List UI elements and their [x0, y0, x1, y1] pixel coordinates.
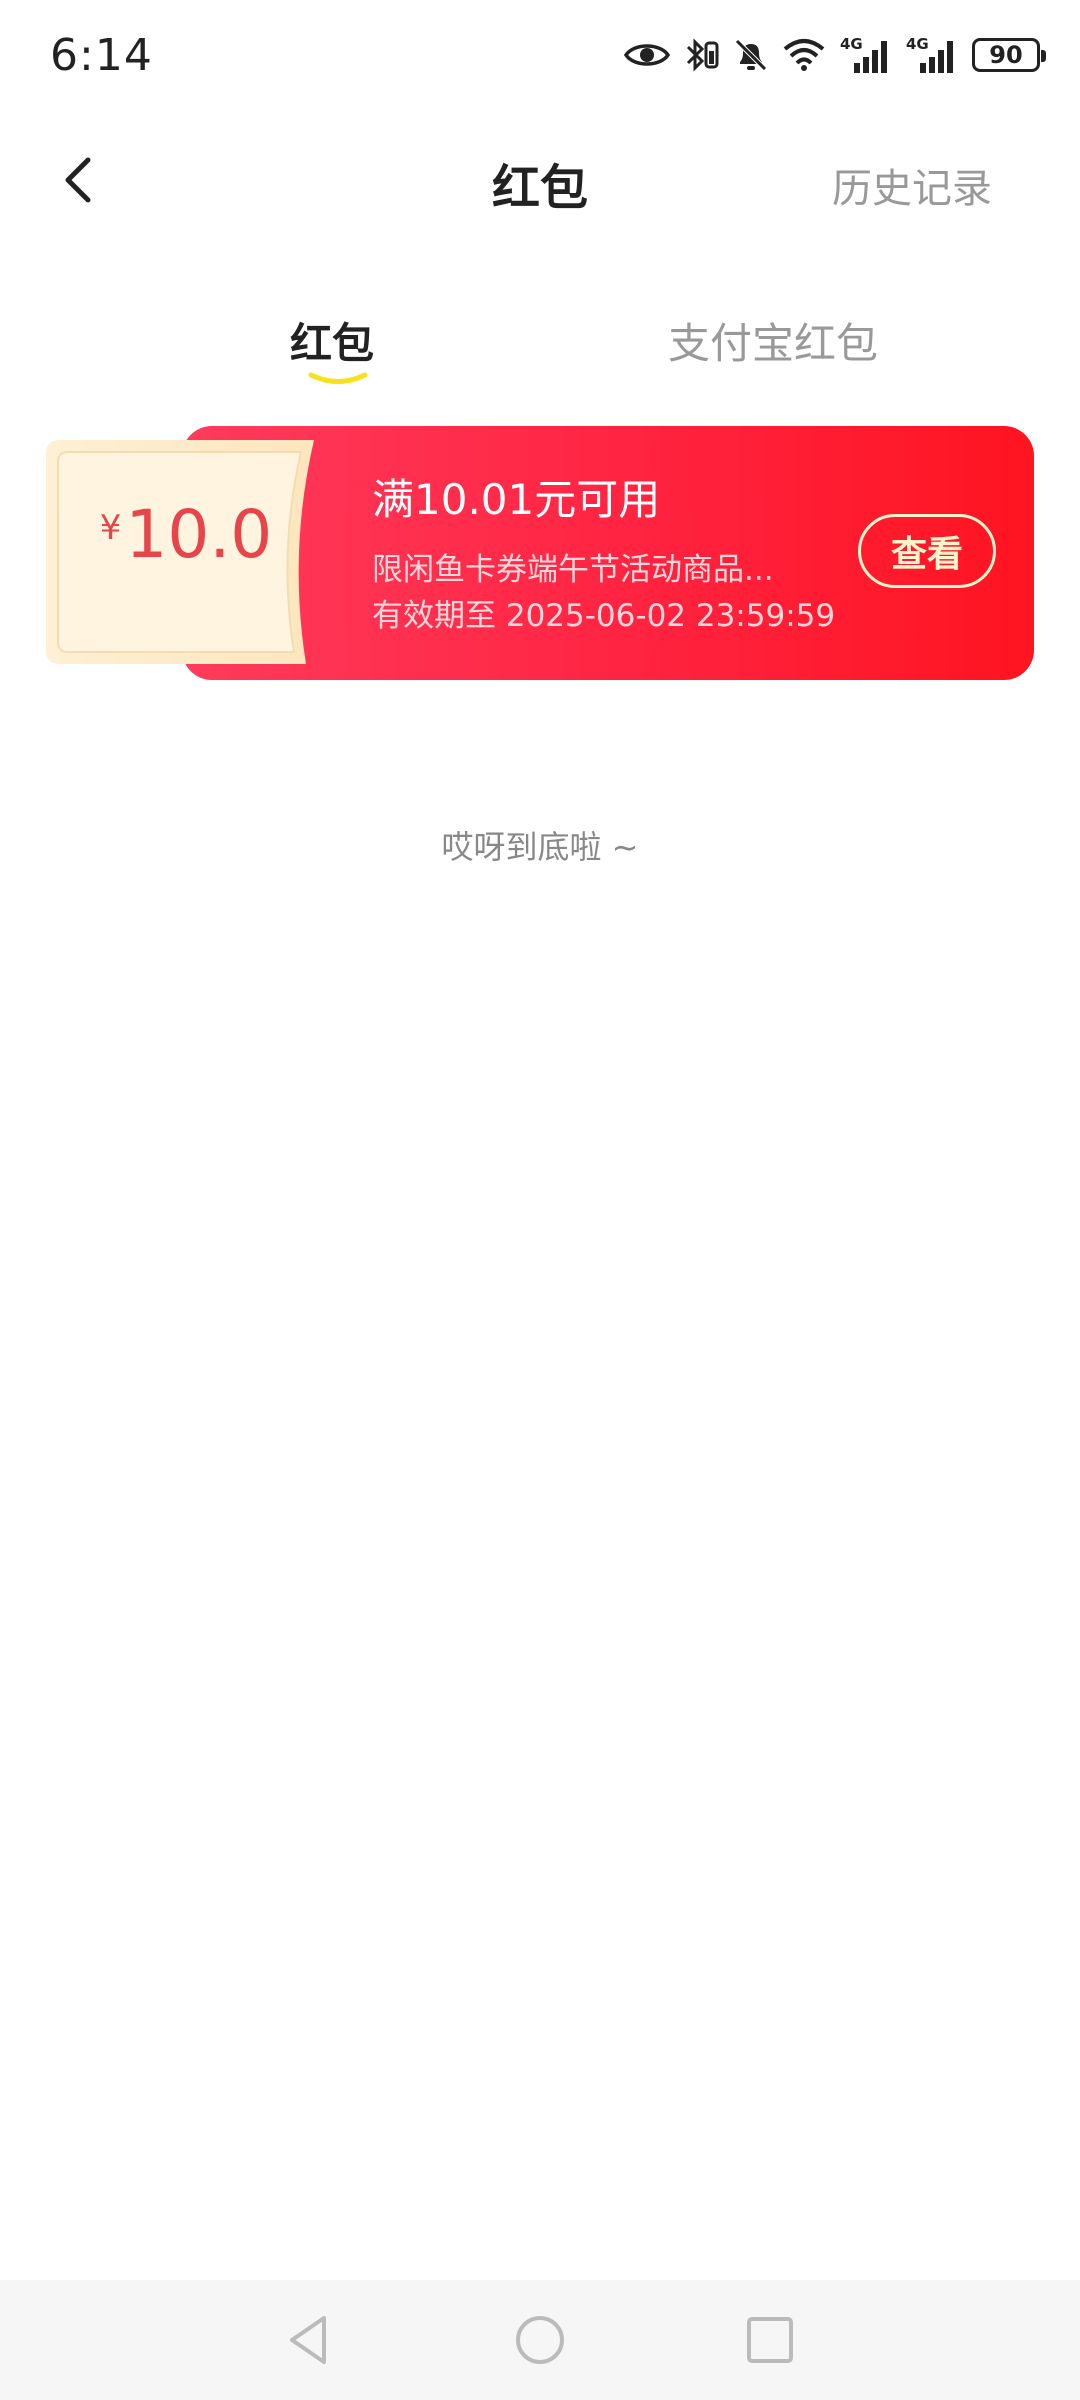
- mute-bell-icon: [734, 37, 768, 73]
- status-icons: 4G 4G 90: [624, 30, 1046, 80]
- currency-symbol: ¥: [99, 508, 122, 548]
- signal-4g-icon-2: 4G: [906, 35, 958, 75]
- status-time: 6:14: [50, 30, 153, 81]
- nav-home-button[interactable]: [510, 2310, 570, 2370]
- square-recents-icon: [747, 2317, 793, 2363]
- end-of-list-hint: 哎呀到底啦 ~: [441, 828, 639, 866]
- circle-home-icon: [516, 2316, 564, 2364]
- signal-4g-icon: 4G: [840, 35, 892, 75]
- header: 红包 历史记录: [0, 130, 1080, 230]
- nav-back-button[interactable]: [280, 2310, 340, 2370]
- wifi-icon: [782, 37, 826, 73]
- status-bar: 6:14 4G 4G 90: [0, 0, 1080, 110]
- coupon-expiry: 有效期至 2025-06-02 23:59:59: [372, 598, 836, 634]
- page: 6:14 4G 4G 90 红包 历史记录 红包 支付宝红包 ¥10.0 满10…: [0, 0, 1080, 2400]
- tab-alipay-red-packet[interactable]: 支付宝红包: [668, 310, 878, 371]
- eye-icon: [624, 40, 670, 70]
- nav-recent-button[interactable]: [740, 2310, 800, 2370]
- battery-level: 90: [989, 41, 1023, 69]
- triangle-back-icon: [290, 2316, 326, 2364]
- tab-red-packet[interactable]: 红包: [290, 310, 374, 371]
- battery-icon: 90: [972, 38, 1046, 72]
- view-button[interactable]: 查看: [858, 514, 996, 588]
- coupon-card[interactable]: ¥10.0 满10.01元可用 限闲鱼卡券端午节活动商品... 有效期至 202…: [46, 426, 1034, 680]
- tab-active-indicator: [308, 372, 368, 384]
- coupon-amount: ¥10.0: [46, 496, 326, 573]
- bluetooth-icon: [684, 35, 720, 75]
- system-nav-bar: [0, 2280, 1080, 2400]
- tab-bar: 红包 支付宝红包: [0, 300, 1080, 400]
- history-link[interactable]: 历史记录: [832, 156, 992, 214]
- coupon-amount-value: 10.0: [125, 496, 273, 573]
- coupon-title: 满10.01元可用: [372, 475, 661, 524]
- coupon-description: 限闲鱼卡券端午节活动商品...: [372, 552, 774, 588]
